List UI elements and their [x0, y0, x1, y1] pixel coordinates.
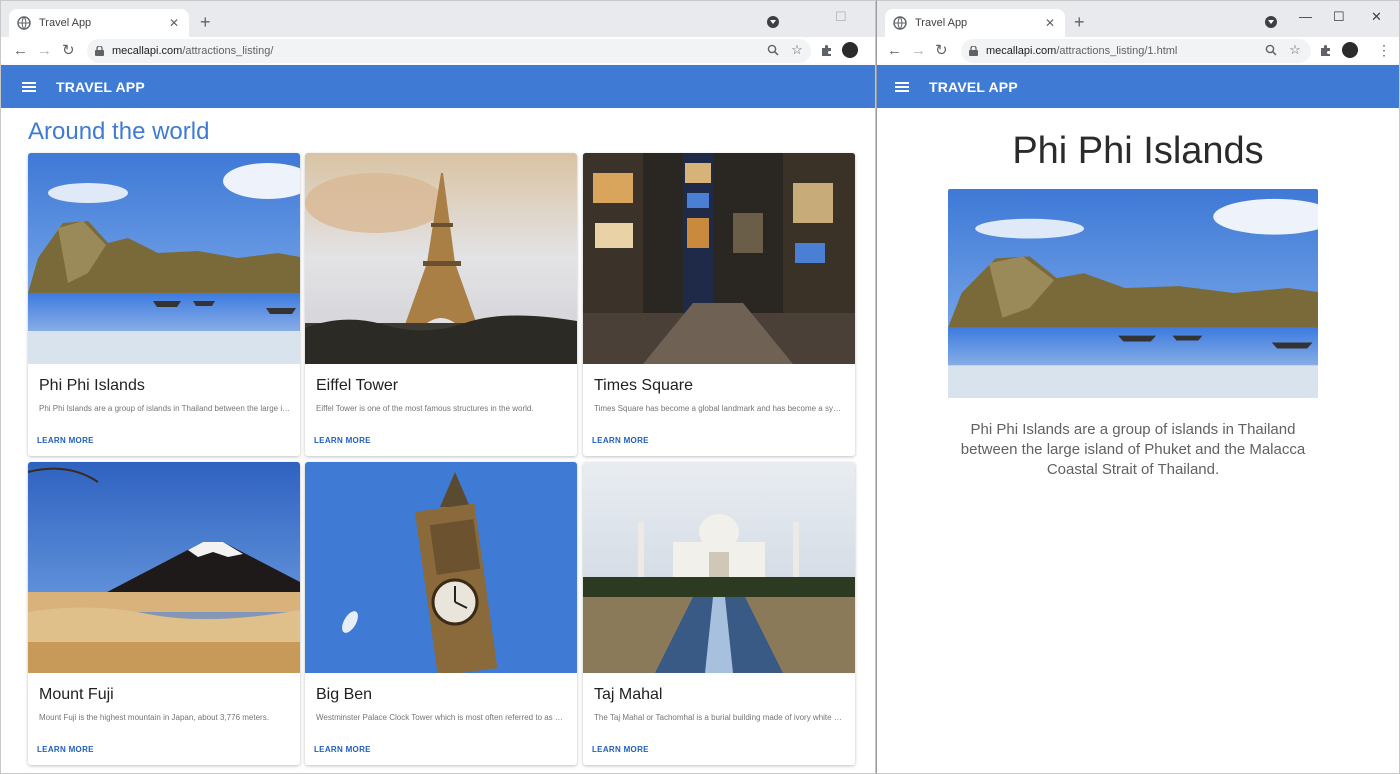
browser-window-right: Travel App ✕ + — ☐ ✕ ← → ↻ mecallapi.com… — [876, 0, 1400, 774]
big-ben-scene-image — [305, 462, 577, 673]
card-title: Eiffel Tower — [316, 377, 399, 394]
tab-strip: Travel App ✕ + ☐ — [1, 1, 875, 37]
listing-page: Around the world Phi Phi Islands Phi Phi… — [1, 108, 875, 773]
card-title: Big Ben — [316, 686, 373, 703]
url-host: mecallapi.com — [986, 45, 1057, 57]
toolbar: ← → ↻ mecallapi.com/attractions_listing/… — [877, 37, 1399, 65]
globe-icon — [17, 16, 31, 30]
tab-strip: Travel App ✕ + — ☐ ✕ — [877, 1, 1399, 37]
minimize-icon[interactable]: — — [1299, 9, 1312, 24]
maximize-icon[interactable]: ☐ — [835, 9, 847, 25]
attraction-card[interactable]: Taj Mahal The Taj Mahal or Tachomhal is … — [583, 462, 855, 765]
menu-icon[interactable] — [22, 81, 36, 92]
profile-avatar[interactable] — [1342, 42, 1358, 58]
close-tab-icon[interactable]: ✕ — [1043, 16, 1057, 30]
learn-more-button[interactable]: LEARN MORE — [37, 745, 94, 754]
zoom-icon[interactable] — [765, 42, 781, 58]
attraction-card[interactable]: Mount Fuji Mount Fuji is the highest mou… — [28, 462, 300, 765]
card-image — [28, 462, 300, 673]
bookmark-star-icon[interactable]: ☆ — [1287, 42, 1303, 58]
browser-window-left: Travel App ✕ + ☐ ← → ↻ mecallapi.com/att… — [0, 0, 876, 774]
card-description: Phi Phi Islands are a group of islands i… — [39, 404, 291, 413]
attraction-card[interactable]: Eiffel Tower Eiffel Tower is one of the … — [305, 153, 577, 456]
detail-image — [948, 189, 1318, 398]
url-host: mecallapi.com — [112, 45, 183, 57]
new-tab-icon[interactable]: + — [1074, 13, 1085, 31]
close-window-icon[interactable]: ✕ — [1371, 9, 1382, 25]
learn-more-button[interactable]: LEARN MORE — [592, 436, 649, 445]
tab-search-icon[interactable] — [1265, 16, 1277, 28]
card-description: Mount Fuji is the highest mountain in Ja… — [39, 713, 269, 722]
app-bar: TRAVEL APP — [1, 65, 875, 108]
toolbar: ← → ↻ mecallapi.com/attractions_listing/… — [1, 37, 875, 65]
address-bar[interactable]: mecallapi.com/attractions_listing/ — [87, 39, 811, 63]
zoom-icon[interactable] — [1263, 42, 1279, 58]
learn-more-button[interactable]: LEARN MORE — [314, 745, 371, 754]
card-title: Taj Mahal — [594, 686, 663, 703]
url-path: /attractions_listing/1.html — [1056, 45, 1178, 57]
taj-mahal-scene-image — [583, 462, 855, 673]
globe-icon — [893, 16, 907, 30]
reload-icon[interactable]: ↻ — [935, 41, 948, 61]
forward-icon[interactable]: → — [37, 41, 52, 61]
close-tab-icon[interactable]: ✕ — [167, 16, 181, 30]
card-title: Mount Fuji — [39, 686, 114, 703]
tab-search-icon[interactable] — [767, 16, 779, 28]
attraction-card[interactable]: Times Square Times Square has become a g… — [583, 153, 855, 456]
browser-tab[interactable]: Travel App ✕ — [9, 9, 189, 37]
card-description: Times Square has become a global landmar… — [594, 404, 846, 413]
card-title: Phi Phi Islands — [39, 377, 145, 394]
more-menu-icon[interactable]: ⋮ — [1377, 41, 1391, 59]
card-image — [28, 153, 300, 364]
detail-title: Phi Phi Islands — [1012, 130, 1264, 172]
reload-icon[interactable]: ↻ — [62, 41, 75, 61]
eiffel-scene-image — [305, 153, 577, 364]
card-description: The Taj Mahal or Tachomhal is a burial b… — [594, 713, 846, 722]
new-tab-icon[interactable]: + — [200, 13, 211, 31]
card-description: Westminster Palace Clock Tower which is … — [316, 713, 568, 722]
lock-icon — [969, 46, 978, 56]
learn-more-button[interactable]: LEARN MORE — [314, 436, 371, 445]
page-heading: Around the world — [28, 118, 210, 145]
attraction-card[interactable]: Big Ben Westminster Palace Clock Tower w… — [305, 462, 577, 765]
menu-icon[interactable] — [895, 81, 909, 92]
card-image — [583, 153, 855, 364]
card-title: Times Square — [594, 377, 693, 394]
back-icon[interactable]: ← — [13, 41, 28, 61]
island-scene-image — [28, 153, 300, 364]
forward-icon[interactable]: → — [911, 41, 926, 61]
island-scene-image — [948, 189, 1318, 398]
learn-more-button[interactable]: LEARN MORE — [592, 745, 649, 754]
app-title: TRAVEL APP — [56, 78, 145, 95]
attraction-card[interactable]: Phi Phi Islands Phi Phi Islands are a gr… — [28, 153, 300, 456]
card-image — [305, 462, 577, 673]
app-title: TRAVEL APP — [929, 78, 1018, 95]
back-icon[interactable]: ← — [887, 41, 902, 61]
times-square-scene-image — [583, 153, 855, 364]
bookmark-star-icon[interactable]: ☆ — [789, 42, 805, 58]
fuji-scene-image — [28, 462, 300, 673]
detail-page: Phi Phi Islands Phi Phi Islands are a gr… — [877, 108, 1399, 773]
lock-icon — [95, 46, 104, 56]
address-bar[interactable]: mecallapi.com/attractions_listing/1.html — [961, 39, 1311, 63]
url-path: /attractions_listing/ — [182, 45, 274, 57]
app-bar: TRAVEL APP — [877, 65, 1399, 108]
card-image — [305, 153, 577, 364]
extensions-puzzle-icon[interactable] — [1317, 42, 1333, 58]
tab-title: Travel App — [915, 17, 968, 29]
browser-tab[interactable]: Travel App ✕ — [885, 9, 1065, 37]
card-image — [583, 462, 855, 673]
maximize-icon[interactable]: ☐ — [1333, 9, 1345, 25]
learn-more-button[interactable]: LEARN MORE — [37, 436, 94, 445]
card-description: Eiffel Tower is one of the most famous s… — [316, 404, 534, 413]
profile-avatar[interactable] — [842, 42, 858, 58]
tab-title: Travel App — [39, 17, 92, 29]
extensions-puzzle-icon[interactable] — [818, 42, 834, 58]
detail-description: Phi Phi Islands are a group of islands i… — [960, 421, 1306, 478]
